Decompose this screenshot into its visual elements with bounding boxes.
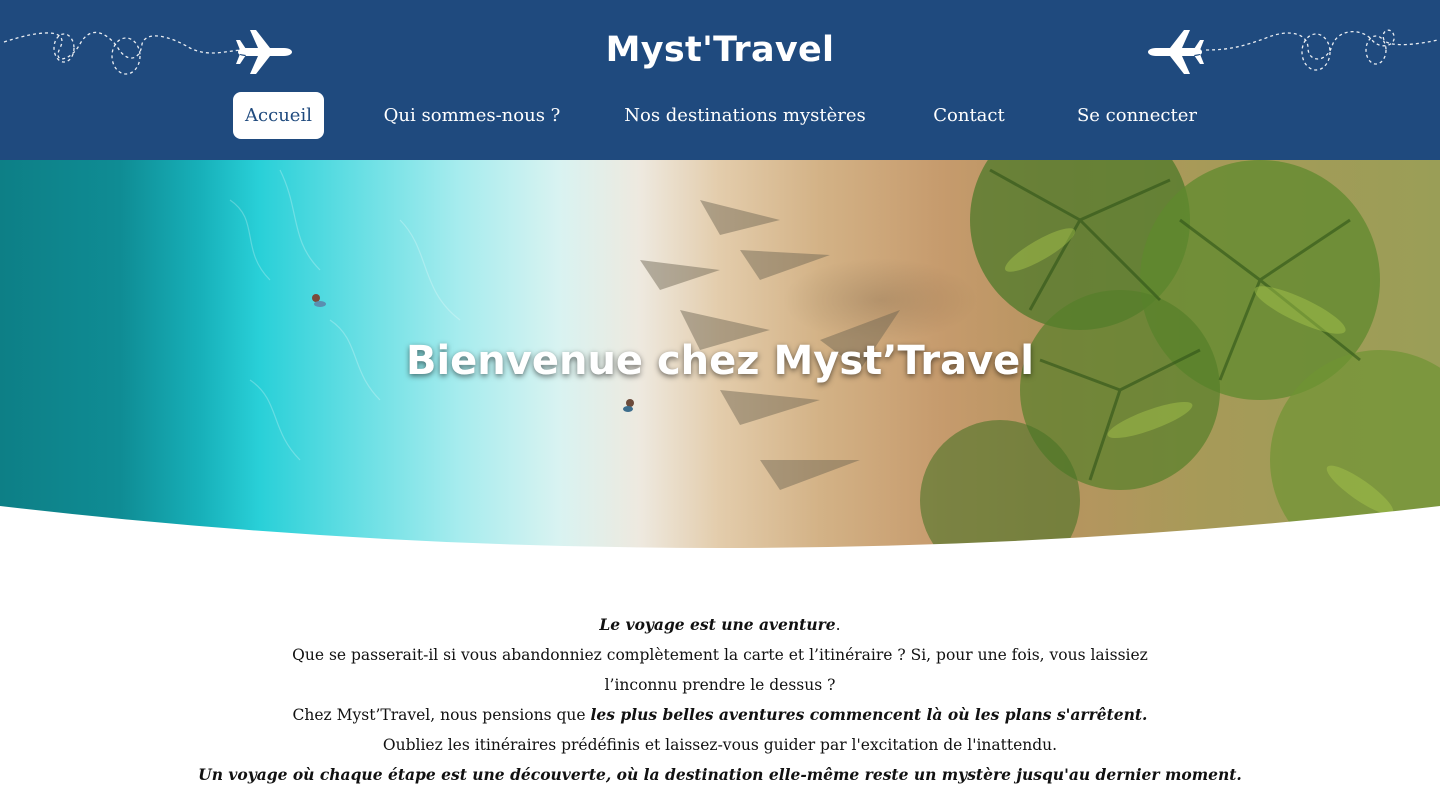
swimmer [312,294,320,302]
intro-emphasis: Le voyage est une aventure [599,615,836,634]
site-header: Myst'Travel Accueil Qui sommes-nous ? No… [0,0,1440,160]
nav-item-se-connecter[interactable]: Se connecter [1066,92,1208,139]
intro-line-3: Chez Myst’Travel, nous pensions que les … [0,700,1440,730]
intro-line-5: Un voyage où chaque étape est une découv… [198,765,1242,784]
intro-emphasis: les plus belles aventures commencent là … [590,705,1148,724]
nav-item-destinations-mysteres[interactable]: Nos destinations mystères [620,92,870,139]
intro-text: Chez Myst’Travel, nous pensions que [292,706,591,724]
intro-line-1: Le voyage est une aventure. [0,610,1440,640]
airplane-icon [1148,30,1204,74]
intro-line-2: Que se passerait-il si vous abandonniez … [292,646,1148,694]
nav-item-contact[interactable]: Contact [920,92,1018,139]
hero-title: Bienvenue chez Myst’Travel [405,338,1035,384]
swimmer [626,399,634,407]
hero-banner: Bienvenue chez Myst’Travel [0,160,1440,560]
nav-item-qui-sommes-nous[interactable]: Qui sommes-nous ? [372,92,572,139]
hero-bottom-curve [0,506,1440,560]
airplane-flightpath-right [1148,29,1439,74]
intro-line-4: Oubliez les itinéraires prédéfinis et la… [382,736,1058,754]
main-navigation: Accueil Qui sommes-nous ? Nos destinatio… [0,92,1440,140]
nav-item-accueil[interactable]: Accueil [233,92,324,139]
intro-section: Le voyage est une aventure. Que se passe… [0,610,1440,790]
intro-punctuation: . [835,616,841,634]
